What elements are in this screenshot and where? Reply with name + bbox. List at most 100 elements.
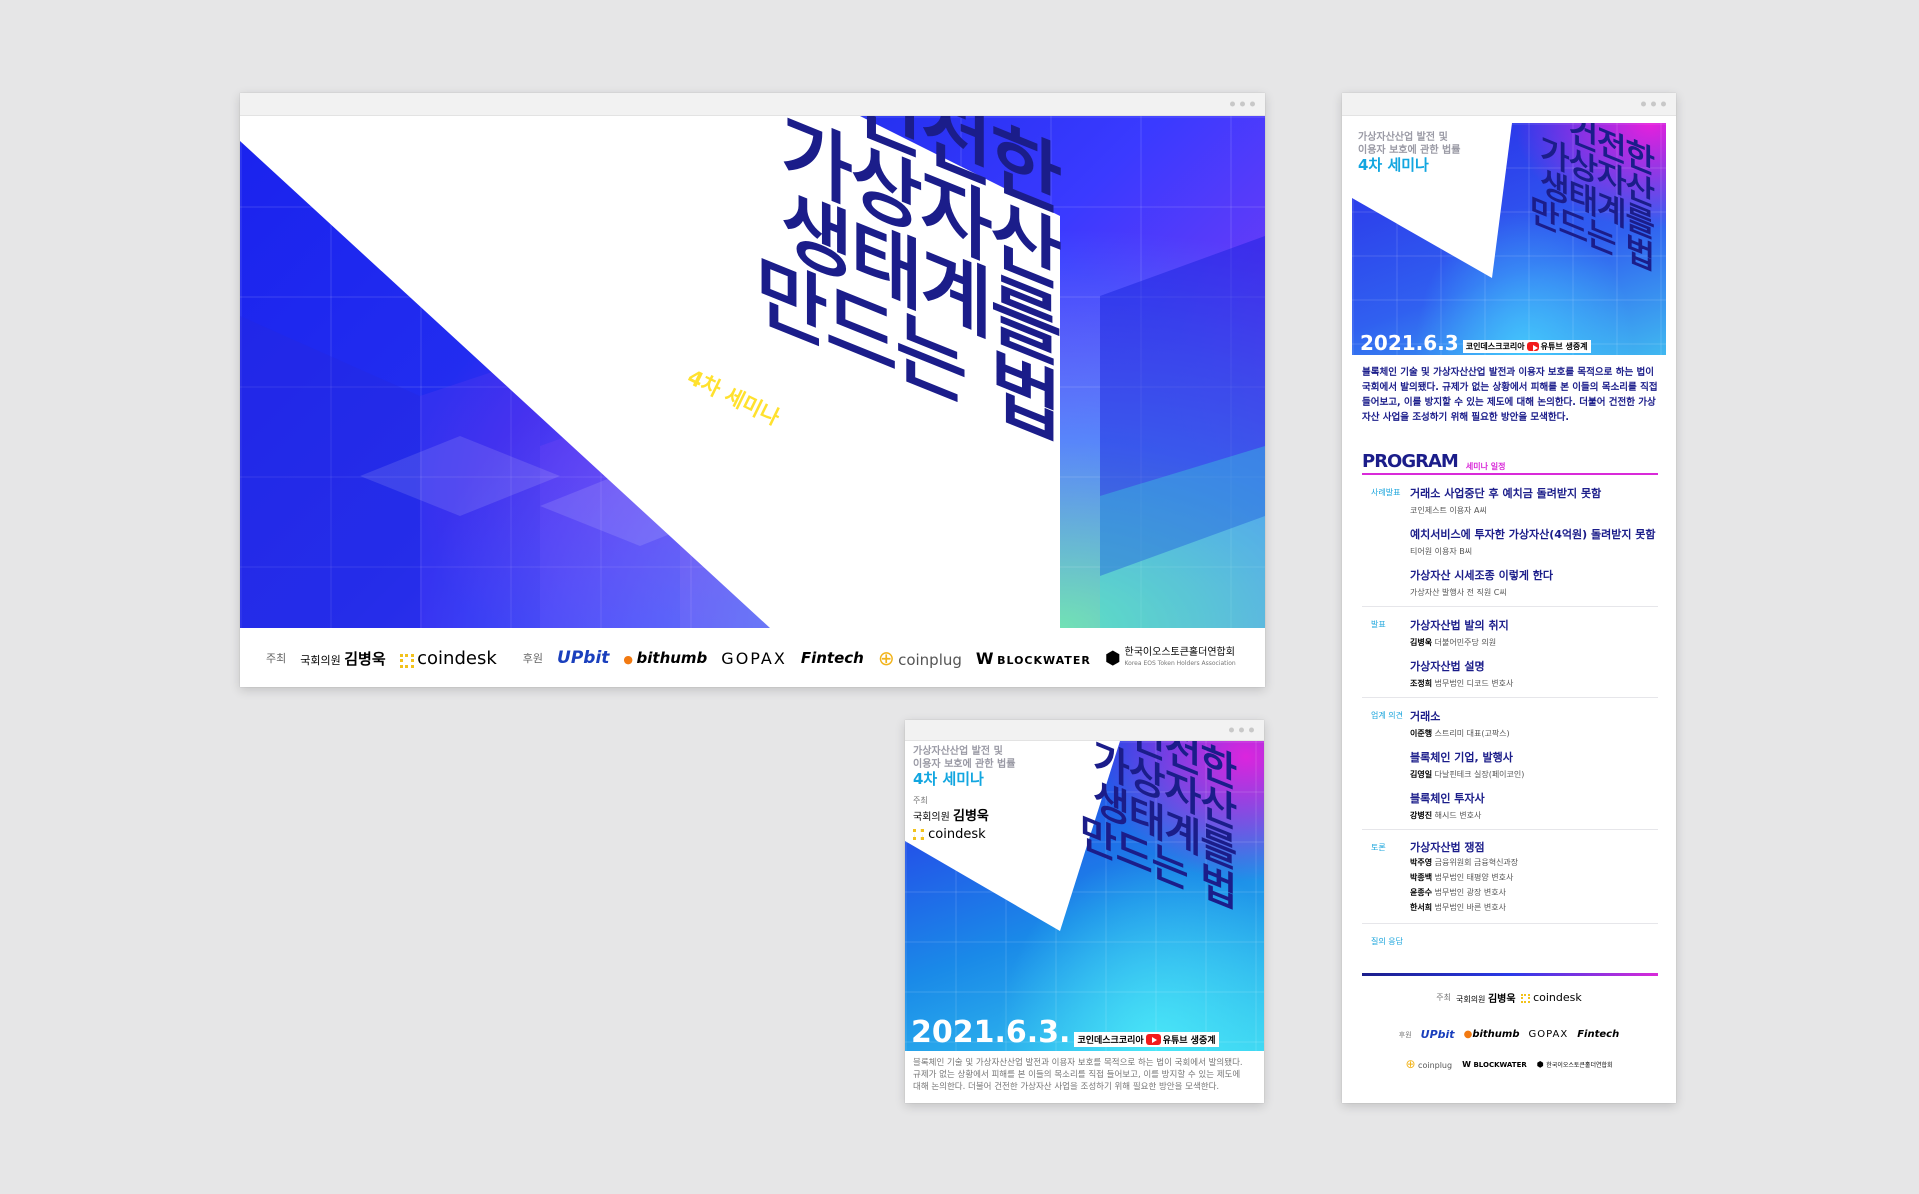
- square-artwork: 가상자산산업 발전 및 이용자 보호에 관한 법률 4차 세미나 주최 국회의원…: [905, 741, 1264, 1051]
- session-title: 가상자산 시세조종 이렇게 한다: [1410, 569, 1554, 582]
- gopax-logo: GOPAX: [1528, 1029, 1569, 1040]
- eos-icon: ⬢: [1536, 1059, 1544, 1069]
- program-subtitle: 세미나 일정: [1465, 462, 1506, 471]
- session-title: 거래소 사업중단 후 예치금 돌려받지 못함: [1410, 487, 1602, 500]
- tall-host-row: 주최 국회의원 김병욱 coindesk: [1342, 990, 1676, 1005]
- session-speaker: 한서희 법무법인 바른 변호사: [1410, 903, 1506, 912]
- session-speaker: 박주영 금융위원회 금융혁신과장: [1410, 858, 1519, 867]
- program-header: PROGRAM 세미나 일정: [1362, 451, 1658, 475]
- section-label: 업계 의견: [1371, 711, 1403, 720]
- session-title: 거래소: [1410, 710, 1441, 723]
- fintech-logo[interactable]: Fintech: [801, 649, 864, 667]
- fintech-logo: Fintech: [1577, 1029, 1620, 1040]
- banner-artwork: 건전한 가상자산 생태계를 만드는 법 가상자산산업 발전 및 이용자 보호에 …: [240, 116, 1265, 628]
- qa-label: 질의 응답: [1371, 937, 1403, 946]
- event-date-row: 2021.6.3 코인데스크코리아 유튜브 생중계: [1360, 333, 1591, 353]
- session-title: 가상자산법 쟁점: [1410, 841, 1485, 854]
- seminar-number: 4차 세미나: [1358, 156, 1429, 174]
- session-speaker: 이준행 스트리미 대표(고팍스): [1410, 729, 1510, 738]
- bithumb-icon: ●: [1463, 1029, 1473, 1040]
- upbit-logo: UPbit: [1420, 1028, 1455, 1041]
- bithumb-icon: ●: [623, 653, 634, 666]
- section-label: 토론: [1371, 843, 1386, 852]
- host-label: 주최: [266, 652, 287, 665]
- square-description: 블록체인 기술 및 가상자산산업 발전과 이용자 보호를 목적으로 하는 법이 …: [913, 1058, 1243, 1092]
- tall-sponsor-row-1: 후원 UPbit ●bithumb GOPAX Fintech: [1342, 1028, 1676, 1041]
- coindesk-icon: [399, 653, 414, 668]
- section-label: 발표: [1371, 620, 1386, 629]
- broadcast-label: 코인데스크코리아 유튜브 생중계: [1074, 1032, 1219, 1047]
- program-section: 발표 가상자산법 발의 취지 김병욱 더불어민주당 의원 가상자산법 설명 조정…: [1362, 607, 1658, 698]
- session-speaker: 강병진 해시드 변호사: [1410, 811, 1482, 820]
- host-name: 국회의원 김병욱: [300, 649, 386, 668]
- session-title: 가상자산법 설명: [1410, 660, 1485, 673]
- coindesk-logo: coindesk: [1520, 991, 1582, 1004]
- event-date-row: 2021.6.3. 코인데스크코리아 유튜브 생중계: [911, 1015, 1219, 1050]
- window-titlebar: [905, 720, 1264, 741]
- white-diagonal-panel: [240, 116, 1060, 628]
- gopax-logo[interactable]: GOPAX: [721, 649, 787, 668]
- bithumb-logo: ●bithumb: [1463, 1029, 1520, 1040]
- host-label: 주최: [913, 796, 928, 805]
- host-name: 국회의원 김병욱: [913, 809, 989, 824]
- session-title: 가상자산법 발의 취지: [1410, 619, 1509, 632]
- section-label: 사례발표: [1371, 488, 1401, 497]
- window-controls[interactable]: [1230, 101, 1255, 107]
- event-date: 2021.6.3.: [911, 1015, 1071, 1050]
- program-window-tall: 가상자산산업 발전 및 이용자 보호에 관한 법률 4차 세미나 건전한 가상자…: [1342, 93, 1676, 1103]
- tall-description: 블록체인 기술 및 가상자산산업 발전과 이용자 보호를 목적으로 하는 법이 …: [1362, 367, 1658, 423]
- coindesk-logo: coindesk: [913, 828, 1015, 841]
- tall-artwork: 가상자산산업 발전 및 이용자 보호에 관한 법률 4차 세미나 건전한 가상자…: [1352, 123, 1666, 355]
- upbit-logo[interactable]: UPbit: [557, 648, 609, 668]
- host-name: 국회의원 김병욱: [1455, 994, 1516, 1005]
- tall-sponsor-row-2: ⊕ coinplug W BLOCKWATER ⬢ 한국이오스토큰홀더연합회: [1342, 1057, 1676, 1071]
- coindesk-icon: [913, 829, 924, 840]
- banner-window-square: 가상자산산업 발전 및 이용자 보호에 관한 법률 4차 세미나 주최 국회의원…: [905, 720, 1264, 1103]
- blockwater-icon: W: [1462, 1059, 1471, 1069]
- host-label: 주최: [1436, 993, 1451, 1002]
- session-title: 블록체인 기업, 발행사: [1410, 751, 1513, 764]
- broadcast-label: 코인데스크코리아 유튜브 생중계: [1462, 340, 1591, 353]
- event-date: 2021.6.3: [1360, 331, 1459, 355]
- program-section: 토론 가상자산법 쟁점 박주영 금융위원회 금융혁신과장 박종백 법무법인 태평…: [1362, 830, 1658, 924]
- program-section: 업계 의견 거래소 이준행 스트리미 대표(고팍스) 블록체인 기업, 발행사 …: [1362, 698, 1658, 830]
- coinplug-logo[interactable]: ⊕ coinplug: [878, 646, 962, 670]
- program-section: 사례발표 거래소 사업중단 후 예치금 돌려받지 못함 코인제스트 이용자 A씨…: [1362, 485, 1658, 607]
- blockwater-logo[interactable]: W BLOCKWATER: [976, 649, 1091, 668]
- program-list: 사례발표 거래소 사업중단 후 예치금 돌려받지 못함 코인제스트 이용자 A씨…: [1362, 485, 1658, 947]
- session-speaker: 조정희 법무법인 디코드 변호사: [1410, 679, 1514, 688]
- session-speaker: 김병욱 더불어민주당 의원: [1410, 638, 1497, 647]
- window-titlebar: [240, 93, 1265, 116]
- blockwater-logo: W BLOCKWATER: [1462, 1059, 1527, 1069]
- blockwater-icon: W: [975, 648, 994, 668]
- session-title: 예치서비스에 투자한 가상자산(4억원) 돌려받지 못함: [1410, 528, 1656, 541]
- sponsors-label: 후원: [1398, 1030, 1412, 1039]
- program-title: PROGRAM: [1362, 451, 1459, 472]
- sponsors-label: 후원: [522, 652, 544, 665]
- eos-association-logo: ⬢ 한국이오스토큰홀더연합회: [1536, 1059, 1613, 1069]
- seminar-number: 4차 세미나: [913, 770, 984, 788]
- youtube-icon: [1145, 1034, 1161, 1045]
- eos-icon: ⬢: [1104, 647, 1121, 669]
- sponsor-bar: 주최 국회의원 김병욱 coindesk 후원 UPbit ● bithumb …: [240, 629, 1265, 687]
- bithumb-logo[interactable]: ● bithumb: [623, 649, 707, 667]
- coinplug-icon: ⊕: [877, 646, 895, 670]
- window-titlebar: [1342, 93, 1676, 116]
- session-speaker: 가상자산 발행사 전 직원 C씨: [1410, 588, 1507, 597]
- session-title: 블록체인 투자사: [1410, 792, 1485, 805]
- tall-subtitle: 가상자산산업 발전 및 이용자 보호에 관한 법률 4차 세미나: [1358, 132, 1461, 174]
- session-speaker: 티어원 이용자 B씨: [1410, 547, 1473, 556]
- window-controls[interactable]: [1229, 727, 1254, 733]
- coindesk-icon: [1520, 993, 1530, 1003]
- session-speaker: 박종백 법무법인 태평양 변호사: [1410, 873, 1514, 882]
- banner-window-large: 건전한 가상자산 생태계를 만드는 법 가상자산산업 발전 및 이용자 보호에 …: [240, 93, 1265, 687]
- coindesk-logo[interactable]: coindesk: [399, 648, 497, 669]
- session-speaker: 윤종수 법무법인 광장 변호사: [1410, 888, 1506, 897]
- coinplug-icon: ⊕: [1405, 1057, 1416, 1071]
- program-footer-divider: [1362, 973, 1658, 976]
- square-subtitle: 가상자산산업 발전 및 이용자 보호에 관한 법률 4차 세미나 주최 국회의원…: [913, 746, 1016, 842]
- eos-association-logo[interactable]: ⬢ 한국이오스토큰홀더연합회 Korea EOS Token Holders A…: [1105, 647, 1236, 669]
- session-speaker: 코인제스트 이용자 A씨: [1410, 506, 1487, 515]
- window-controls[interactable]: [1641, 101, 1666, 107]
- youtube-icon: [1526, 342, 1539, 351]
